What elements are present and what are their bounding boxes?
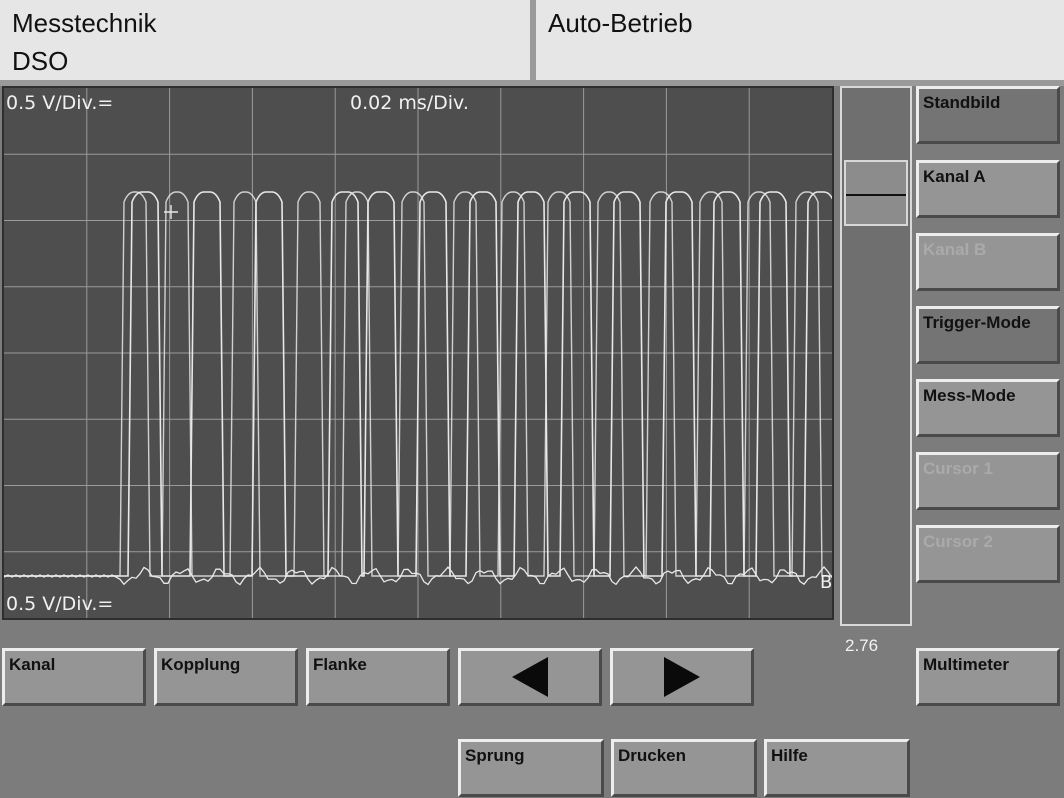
- timebase-scale: 0.02 ms/Div.: [350, 92, 469, 114]
- header-right-panel: Auto-Betrieb: [536, 0, 1064, 80]
- app-subtitle: DSO: [12, 46, 69, 76]
- oscilloscope-screen: [4, 88, 832, 618]
- standbild-button[interactable]: Standbild: [916, 86, 1060, 144]
- hilfe-button[interactable]: Hilfe: [764, 739, 910, 797]
- header-left-panel: Messtechnik DSO: [0, 0, 530, 80]
- trigger-level-line: [846, 194, 906, 196]
- trigger-level-handle[interactable]: [844, 160, 908, 226]
- channel-a-scale: 0.5 V/Div.=: [6, 92, 114, 114]
- mess-mode-button[interactable]: Mess-Mode: [916, 379, 1060, 437]
- cursor-1-button[interactable]: Cursor 1: [916, 452, 1060, 510]
- kanal-b-button[interactable]: Kanal B: [916, 233, 1060, 291]
- triangle-right-icon: [664, 657, 700, 697]
- drucken-button[interactable]: Drucken: [611, 739, 757, 797]
- multimeter-button[interactable]: Multimeter: [916, 648, 1060, 706]
- flanke-button[interactable]: Flanke: [306, 648, 450, 706]
- trigger-mode-button[interactable]: Trigger-Mode: [916, 306, 1060, 364]
- oscilloscope-display: 0.5 V/Div.= 0.02 ms/Div. 0.5 V/Div.= B: [2, 86, 834, 620]
- kopplung-button[interactable]: Kopplung: [154, 648, 298, 706]
- scroll-right-button[interactable]: [610, 648, 754, 706]
- kanal-button[interactable]: Kanal: [2, 648, 146, 706]
- cursor-2-button[interactable]: Cursor 2: [916, 525, 1060, 583]
- mode-label: Auto-Betrieb: [548, 8, 693, 38]
- channel-b-scale: 0.5 V/Div.=: [6, 593, 114, 615]
- trigger-level-value: 2.76: [845, 636, 879, 655]
- sprung-button[interactable]: Sprung: [458, 739, 604, 797]
- channel-b-marker: B: [820, 572, 833, 593]
- scroll-left-button[interactable]: [458, 648, 602, 706]
- app-title: Messtechnik: [12, 8, 157, 38]
- kanal-a-button[interactable]: Kanal A: [916, 160, 1060, 218]
- triangle-left-icon: [512, 657, 548, 697]
